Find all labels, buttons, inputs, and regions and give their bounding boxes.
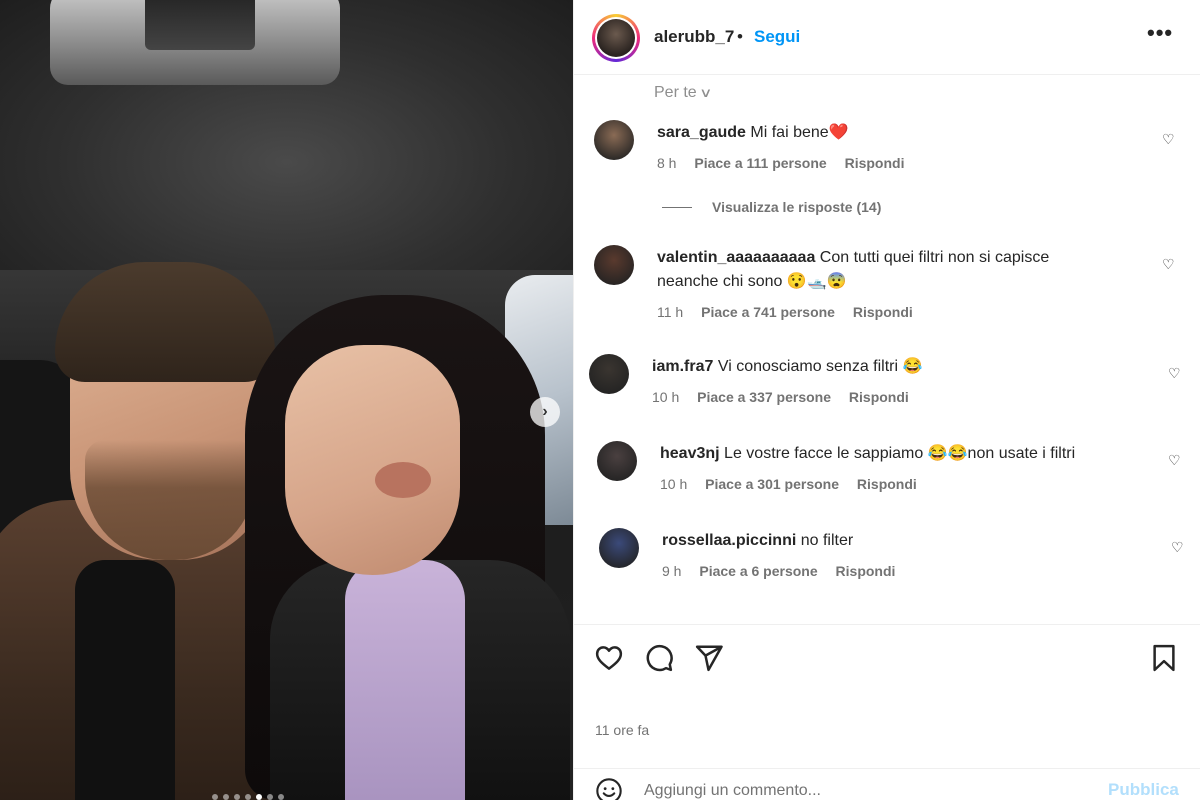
comment-avatar[interactable] (589, 354, 629, 394)
post-photo[interactable]: › (0, 0, 573, 800)
emoji-icon[interactable] (595, 777, 623, 800)
post-action-bar (574, 624, 1200, 694)
view-replies-label: Visualizza le risposte (14) (712, 199, 882, 215)
photo-man-hair (55, 262, 275, 382)
comment-avatar[interactable] (594, 245, 634, 285)
photo-woman-face (285, 345, 460, 575)
carousel-dot (267, 794, 273, 800)
comment-username[interactable]: iam.fra7 (652, 358, 713, 375)
comment-likes[interactable]: Piace a 301 persone (705, 476, 839, 492)
comment-body: sara_gaude Mi fai bene❤️ (657, 121, 849, 145)
post-timestamp: 11 ore fa (595, 722, 650, 738)
comment-avatar[interactable] (599, 528, 639, 568)
comment-body: iam.fra7 Vi conosciamo senza filtri 😂 (652, 355, 922, 379)
comment-text: no filter (800, 532, 854, 549)
comment-like-heart-icon[interactable]: ♡ (1168, 365, 1181, 382)
author-avatar-inner (595, 17, 637, 59)
comment-reply-button[interactable]: Rispondi (849, 389, 909, 405)
publish-button[interactable]: Pubblica (1108, 780, 1179, 800)
author-avatar-image (597, 19, 635, 57)
post-header: alerubb_7 • Segui ••• (574, 0, 1200, 75)
comment-time: 10 h (652, 389, 680, 405)
comment-meta: 10 h Piace a 301 persone Rispondi (660, 476, 931, 492)
photo-woman-lips (375, 462, 431, 498)
photo-woman-shirt (345, 560, 465, 800)
carousel-dot (245, 794, 251, 800)
comment-username[interactable]: heav3nj (660, 445, 720, 462)
comment-time: 9 h (662, 563, 682, 579)
carousel-dots (212, 794, 284, 800)
comment-like-heart-icon[interactable]: ♡ (1162, 131, 1175, 148)
photo-ceiling-lamp (50, 0, 340, 85)
view-replies-button[interactable]: Visualizza le risposte (14) (662, 199, 881, 215)
comment-meta: 11 h Piace a 741 persone Rispondi (657, 304, 927, 320)
carousel-dot (212, 794, 218, 800)
comment-text-cont: neanche chi sono 😯🛥️😨 (657, 273, 847, 290)
comment-avatar[interactable] (594, 120, 634, 160)
post-side-panel: alerubb_7 • Segui ••• Per te ∨ sara_gaude… (573, 0, 1200, 800)
header-separator: • (737, 27, 743, 46)
carousel-dot-active (256, 794, 262, 800)
comment-reply-button[interactable]: Rispondi (857, 476, 917, 492)
comment-time: 8 h (657, 155, 677, 171)
comment-like-heart-icon[interactable]: ♡ (1168, 452, 1181, 469)
add-comment-input[interactable] (644, 779, 1084, 800)
comment-likes[interactable]: Piace a 741 persone (701, 304, 835, 320)
replies-line (662, 206, 692, 208)
comment-like-heart-icon[interactable]: ♡ (1171, 539, 1184, 556)
comment-likes[interactable]: Piace a 337 persone (697, 389, 831, 405)
comment-body: rossellaa.piccinni no filter (662, 529, 853, 553)
comment-text: Mi fai bene❤️ (750, 124, 849, 141)
comment-meta: 9 h Piace a 6 persone Rispondi (662, 563, 909, 579)
comment-body: valentin_aaaaaaaaaa Con tutti quei filtr… (657, 246, 1097, 294)
photo-lamp-inner (145, 0, 255, 50)
comment-like-heart-icon[interactable]: ♡ (1162, 256, 1175, 273)
chevron-down-icon: ∨ (698, 85, 713, 100)
comment-likes[interactable]: Piace a 6 persone (699, 563, 817, 579)
comment-body: heav3nj Le vostre facce le sappiamo 😂😂no… (660, 442, 1075, 466)
carousel-dot (223, 794, 229, 800)
comments-filter-dropdown[interactable]: Per te ∨ (654, 84, 713, 102)
comment-text: Vi conosciamo senza filtri 😂 (717, 358, 923, 375)
comment-time: 11 h (657, 304, 684, 320)
comment-time: 10 h (660, 476, 688, 492)
carousel-dot (234, 794, 240, 800)
comment-reply-button[interactable]: Rispondi (845, 155, 905, 171)
comment-username[interactable]: valentin_aaaaaaaaaa (657, 249, 815, 266)
comment-icon[interactable] (644, 643, 674, 673)
comment-meta: 10 h Piace a 337 persone Rispondi (652, 389, 923, 405)
share-icon[interactable] (694, 643, 724, 673)
comment-username[interactable]: sara_gaude (657, 124, 746, 141)
follow-button[interactable]: Segui (754, 27, 800, 47)
more-options-icon[interactable]: ••• (1147, 20, 1173, 46)
carousel-dot (278, 794, 284, 800)
comment-username[interactable]: rossellaa.piccinni (662, 532, 796, 549)
comment-reply-button[interactable]: Rispondi (853, 304, 913, 320)
bookmark-icon[interactable] (1149, 643, 1179, 673)
comment-meta: 8 h Piace a 111 persone Rispondi (657, 155, 918, 171)
comment-text: Con tutti quei filtri non si capisce (819, 249, 1050, 266)
comment-text: Le vostre facce le sappiamo 😂😂non usate … (724, 445, 1076, 462)
comment-likes[interactable]: Piace a 111 persone (694, 155, 826, 171)
heart-icon[interactable] (594, 643, 624, 673)
comments-filter-label: Per te (654, 84, 697, 101)
carousel-next-button[interactable]: › (530, 397, 560, 427)
add-comment-bar: Pubblica (574, 768, 1200, 800)
photo-man-shirt (75, 560, 175, 800)
author-avatar[interactable] (592, 14, 640, 62)
comment-avatar[interactable] (597, 441, 637, 481)
author-username[interactable]: alerubb_7 (654, 27, 734, 47)
comment-reply-button[interactable]: Rispondi (836, 563, 896, 579)
